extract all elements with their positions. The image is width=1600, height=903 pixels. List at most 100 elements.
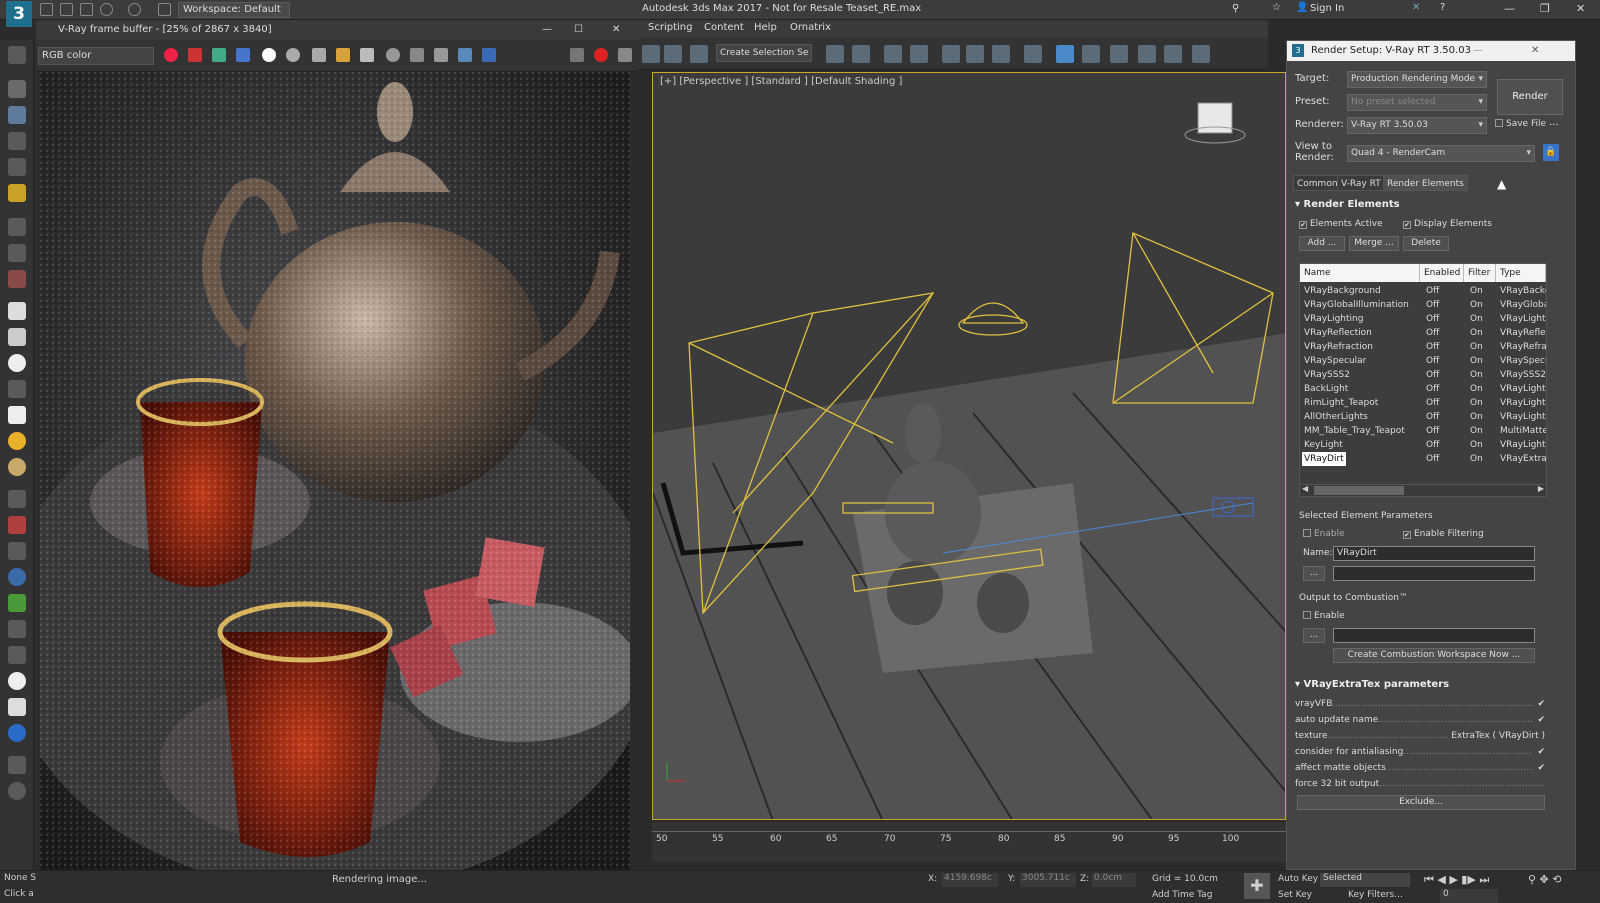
exchange-icon[interactable]: ✕: [1412, 2, 1420, 13]
render-elements-header[interactable]: ▾ Render Elements: [1295, 199, 1400, 210]
save-image-icon[interactable]: [312, 48, 326, 62]
vfb-close-icon[interactable]: ✕: [612, 20, 620, 40]
clear-image-icon[interactable]: [360, 48, 374, 62]
column-filter[interactable]: Filter: [1464, 264, 1496, 282]
param-row[interactable]: vrayVFB.................................…: [1295, 699, 1545, 709]
lock-view-icon[interactable]: 🔒: [1543, 144, 1559, 161]
new-file-icon[interactable]: [40, 3, 53, 16]
column-type[interactable]: Type: [1496, 264, 1546, 282]
mirror-icon[interactable]: [826, 45, 844, 63]
minimize-icon[interactable]: —: [1504, 2, 1515, 15]
red-channel-icon[interactable]: [188, 48, 202, 62]
param-row[interactable]: texture.................................…: [1295, 731, 1545, 741]
target-dropdown[interactable]: Production Rendering Mode: [1347, 71, 1487, 88]
rs-close-icon[interactable]: ✕: [1531, 41, 1539, 61]
color-channel-icon[interactable]: [164, 48, 178, 62]
world-icon[interactable]: [8, 724, 26, 742]
align-icon[interactable]: [852, 45, 870, 63]
timeline[interactable]: 50 55 60 65 70 75 80 85 90 95 100: [652, 822, 1286, 862]
render-setup-icon[interactable]: [1024, 45, 1042, 63]
param-row[interactable]: consider for antialiasing...............…: [1295, 747, 1545, 757]
select-link-icon[interactable]: [642, 45, 660, 63]
element-name-field[interactable]: VRayDirt: [1333, 546, 1535, 561]
table-row[interactable]: VRaySSS2 Off On VRaySSS2: [1300, 368, 1546, 382]
save-file-browse-button[interactable]: ...: [1549, 117, 1559, 128]
load-image-icon[interactable]: [336, 48, 350, 62]
fur-icon[interactable]: [8, 490, 26, 508]
table-row[interactable]: VRayDirt Off On VRayExtraT: [1300, 452, 1546, 466]
auto-key-button[interactable]: Auto Key: [1278, 874, 1318, 884]
track-mouse-icon[interactable]: [386, 48, 400, 62]
scroll-right-icon[interactable]: ▶: [1538, 484, 1544, 493]
motion-panel-icon[interactable]: [8, 158, 26, 176]
undo-icon[interactable]: [100, 3, 113, 16]
help-icon[interactable]: ?: [1440, 2, 1445, 13]
open-file-icon[interactable]: [60, 3, 73, 16]
z-coordinate-field[interactable]: 0.0cm: [1092, 873, 1136, 887]
hierarchy-panel-icon[interactable]: [8, 132, 26, 150]
param-value[interactable]: ExtraTex ( VRayDirt ): [1447, 731, 1545, 741]
element-output-browse-button[interactable]: ...: [1303, 566, 1325, 581]
enable-filtering-checkbox[interactable]: ✔ Enable Filtering: [1403, 529, 1484, 539]
elements-active-checkbox[interactable]: ✔ Elements Active: [1299, 219, 1383, 229]
key-selection-dropdown[interactable]: Selected: [1320, 873, 1410, 887]
scene-explorer-icon[interactable]: [8, 244, 26, 262]
alpha-channel-icon[interactable]: [262, 48, 276, 62]
menu-help[interactable]: Help: [754, 22, 777, 33]
undo-tool-icon[interactable]: [8, 46, 26, 64]
modify-panel-icon[interactable]: [8, 106, 26, 124]
user-icon[interactable]: 👤: [1296, 2, 1308, 13]
table-row[interactable]: VRayBackground Off On VRayBackgr: [1300, 284, 1546, 298]
display-elements-checkbox[interactable]: ✔ Display Elements: [1403, 219, 1492, 229]
tab-vray-rt[interactable]: V-Ray RT: [1337, 175, 1385, 191]
scroll-thumb[interactable]: [1314, 486, 1404, 495]
sign-in-menu[interactable]: Sign In: [1310, 3, 1344, 14]
close-icon[interactable]: ✕: [1576, 2, 1585, 15]
grid-icon[interactable]: [8, 698, 26, 716]
add-key-icon[interactable]: ✚: [1244, 873, 1270, 899]
layer-explorer-icon[interactable]: [884, 45, 902, 63]
selection-set-dropdown[interactable]: Create Selection Se: [716, 44, 812, 62]
combustion-path-field[interactable]: [1333, 628, 1535, 643]
file-icon[interactable]: [8, 756, 26, 774]
app-logo-icon[interactable]: 3: [6, 1, 32, 27]
curve-editor-icon[interactable]: [942, 45, 960, 63]
table-row[interactable]: BackLight Off On VRayLightS: [1300, 382, 1546, 396]
light-bulb-icon[interactable]: [8, 184, 26, 202]
restore-icon[interactable]: ❐: [1540, 2, 1550, 15]
material-editor-icon[interactable]: [992, 45, 1010, 63]
render-production-icon[interactable]: [1082, 45, 1100, 63]
add-time-tag[interactable]: Add Time Tag: [1152, 890, 1212, 900]
current-frame-field[interactable]: 0: [1440, 889, 1498, 903]
redo-icon[interactable]: [128, 3, 141, 16]
playback-controls-icon[interactable]: ⏮ ◀ ▶ ▮▶ ⏭: [1424, 873, 1489, 887]
hair-icon[interactable]: [8, 620, 26, 638]
param-row[interactable]: affect matte objects....................…: [1295, 763, 1545, 773]
tab-render-elements[interactable]: Render Elements: [1383, 175, 1468, 191]
ball-icon[interactable]: [8, 672, 26, 690]
named-selection-icon[interactable]: [690, 45, 708, 63]
view-to-render-dropdown[interactable]: Quad 4 - RenderCam: [1347, 145, 1535, 162]
create-combustion-button[interactable]: Create Combustion Workspace Now ...: [1333, 648, 1535, 663]
combustion-enable-checkbox[interactable]: Enable: [1303, 611, 1345, 621]
render-teapot-icon[interactable]: [570, 48, 584, 62]
ies-light-icon[interactable]: [8, 380, 26, 398]
binoculars-icon[interactable]: ⚲: [1232, 3, 1239, 14]
add-element-button[interactable]: Add ...: [1299, 236, 1345, 251]
viewport-label[interactable]: [+] [Perspective ] [Standard ] [Default …: [660, 76, 902, 87]
region-render-icon[interactable]: [410, 48, 424, 62]
table-row[interactable]: AllOtherLights Off On VRayLightS: [1300, 410, 1546, 424]
table-row[interactable]: VRaySpecular Off On VRaySpecul: [1300, 354, 1546, 368]
table-row[interactable]: VRayReflection Off On VRayReflec: [1300, 326, 1546, 340]
sun-icon[interactable]: [8, 432, 26, 450]
snap-icon[interactable]: [664, 45, 682, 63]
channel-dropdown[interactable]: RGB color: [38, 47, 154, 65]
viewport-nav-icon[interactable]: ⚲ ✥ ⟲: [1528, 873, 1561, 886]
link-icon[interactable]: [434, 48, 448, 62]
scroll-left-icon[interactable]: ◀: [1302, 484, 1308, 493]
clipper-icon[interactable]: [8, 646, 26, 664]
param-value[interactable]: ✔: [1533, 699, 1545, 709]
green-channel-icon[interactable]: [212, 48, 226, 62]
preset-dropdown[interactable]: No preset selected: [1347, 94, 1487, 111]
rs-minimize-icon[interactable]: —: [1473, 41, 1483, 61]
